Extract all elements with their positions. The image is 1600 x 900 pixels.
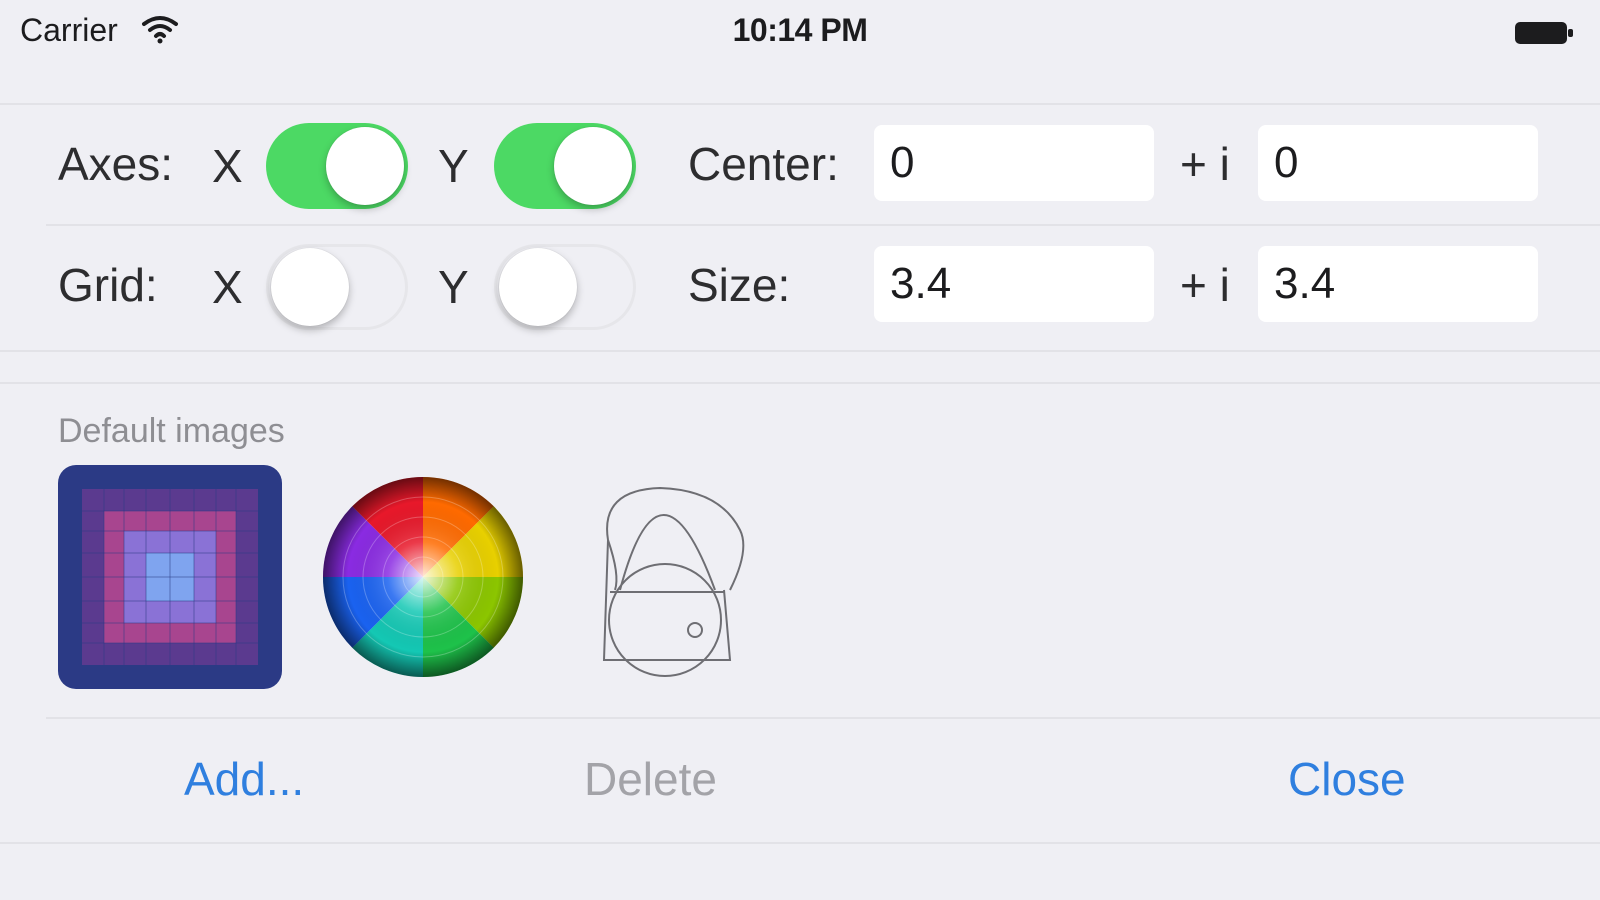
size-real-input[interactable]	[874, 246, 1154, 322]
section-divider	[0, 382, 1600, 384]
center-imag-input[interactable]	[1258, 125, 1538, 201]
view-settings-group: Axes: X Y Center: + i Grid: X Y Size: + …	[0, 103, 1600, 352]
axes-y-label: Y	[438, 140, 469, 192]
status-time: 10:14 PM	[732, 12, 868, 48]
axes-y-toggle[interactable]	[494, 123, 636, 209]
toggle-knob	[326, 127, 404, 205]
center-plus-i-label: + i	[1180, 138, 1230, 190]
grid-label: Grid:	[58, 259, 158, 311]
line-drawing-thumbnail[interactable]	[590, 480, 760, 680]
toggle-knob	[499, 248, 577, 326]
grid-pattern-thumbnail[interactable]	[58, 465, 282, 689]
grid-x-toggle[interactable]	[266, 244, 408, 330]
size-label: Size:	[688, 259, 791, 311]
images-divider	[46, 717, 1600, 719]
axes-label: Axes:	[58, 138, 174, 190]
toggle-knob	[271, 248, 349, 326]
carrier-label: Carrier	[20, 12, 118, 48]
status-bar: Carrier 10:14 PM	[0, 0, 1600, 62]
axes-x-toggle[interactable]	[266, 123, 408, 209]
grid-x-label: X	[212, 261, 243, 313]
delete-button[interactable]: Delete	[584, 752, 717, 806]
grid-y-label: Y	[438, 261, 469, 313]
size-plus-i-label: + i	[1180, 259, 1230, 311]
toggle-knob	[554, 127, 632, 205]
grid-y-toggle[interactable]	[494, 244, 636, 330]
axes-x-label: X	[212, 140, 243, 192]
center-label: Center:	[688, 138, 839, 190]
center-real-input[interactable]	[874, 125, 1154, 201]
add-button[interactable]: Add...	[184, 752, 304, 806]
grid-row: Grid: X Y Size: + i	[0, 226, 1600, 346]
size-imag-input[interactable]	[1258, 246, 1538, 322]
battery-icon	[1515, 22, 1573, 44]
axes-row: Axes: X Y Center: + i	[0, 105, 1600, 226]
close-button[interactable]: Close	[1288, 752, 1406, 806]
bottom-divider	[0, 842, 1600, 844]
color-wheel-thumbnail[interactable]	[316, 470, 530, 684]
wifi-icon	[142, 16, 178, 44]
default-images-header: Default images	[58, 412, 285, 450]
